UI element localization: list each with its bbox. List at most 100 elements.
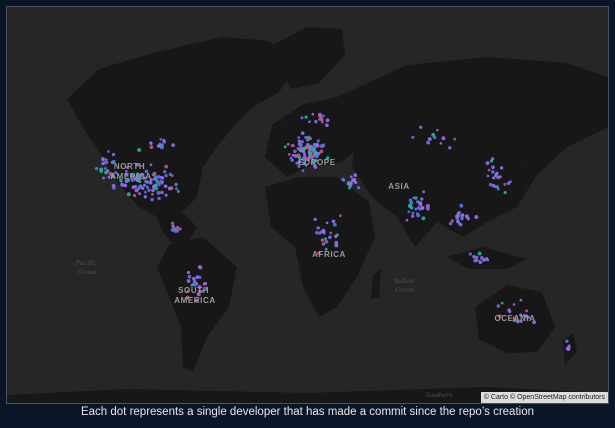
developer-dot: [293, 149, 297, 154]
developer-dot: [328, 235, 332, 239]
developer-dot: [171, 224, 175, 229]
ocean-labels: Pacific Ocean Indian Ocean Southern: [74, 258, 452, 399]
developer-dot: [292, 144, 295, 147]
developer-dot: [164, 184, 168, 188]
developer-dot: [422, 190, 426, 194]
developer-dot: [503, 190, 507, 195]
developer-dot: [171, 143, 176, 148]
map-caption: Each dot represents a single developer t…: [80, 406, 534, 418]
developer-dot: [111, 183, 116, 188]
developer-dot: [101, 158, 105, 162]
label-south-america: SOUTH AMERICA: [174, 286, 216, 305]
developer-dot: [99, 167, 104, 172]
developer-dot: [495, 171, 499, 175]
developer-dot: [472, 255, 476, 259]
developer-dot: [137, 147, 142, 152]
developer-dot: [162, 138, 166, 142]
developer-dot: [287, 153, 291, 156]
developer-dot: [566, 347, 571, 351]
map-attribution[interactable]: © Carto © OpenStreetMap contributors: [480, 392, 608, 403]
developer-dot: [149, 163, 153, 167]
developer-dot: [487, 168, 491, 172]
developer-dot: [170, 174, 174, 177]
label-africa: AFRICA: [312, 250, 346, 259]
developer-dot: [454, 214, 459, 219]
developer-dot: [102, 176, 105, 180]
developer-dot: [314, 119, 318, 124]
developer-dot: [316, 139, 320, 143]
developer-dot: [468, 252, 472, 256]
developer-dot: [414, 196, 418, 200]
developer-dot: [342, 178, 346, 182]
developer-dot: [419, 125, 423, 129]
label-indian-ocean: Indian Ocean: [393, 276, 415, 294]
developer-dot: [316, 226, 320, 230]
developer-dot: [320, 230, 324, 234]
developer-dot: [489, 159, 494, 163]
developer-dot: [300, 131, 305, 135]
developer-dot: [321, 143, 326, 148]
developer-dot: [325, 123, 329, 128]
developer-dot: [325, 221, 329, 225]
developer-dot: [411, 211, 415, 215]
world-map[interactable]: NORTH AMERICA SOUTH AMERICA EUROPE AFRIC…: [7, 7, 608, 403]
developer-dot: [435, 128, 439, 132]
developer-dot: [164, 193, 168, 197]
developer-dot: [175, 228, 180, 233]
developer-dot: [304, 115, 308, 119]
developer-dot: [106, 161, 109, 164]
developer-dot: [492, 176, 496, 180]
land-africa: [264, 176, 376, 318]
developer-dot: [491, 170, 495, 174]
developer-dot: [111, 153, 116, 157]
map-frame[interactable]: NORTH AMERICA SOUTH AMERICA EUROPE AFRIC…: [6, 6, 609, 404]
developer-dot: [160, 176, 165, 180]
developer-dot: [334, 234, 338, 239]
developer-dot: [160, 190, 164, 195]
developer-dot: [143, 195, 147, 199]
developer-dot: [103, 167, 107, 170]
developer-dot: [477, 251, 482, 256]
developer-dot: [474, 215, 479, 219]
landmasses: [7, 26, 608, 403]
developer-dot: [158, 142, 162, 146]
developer-dot: [415, 212, 419, 216]
developer-dot: [425, 204, 430, 208]
label-north-america: NORTH AMERICA: [110, 162, 152, 181]
developer-dot: [175, 187, 178, 190]
developer-dot: [291, 153, 295, 157]
developer-dot: [151, 173, 155, 177]
developer-dot: [162, 169, 167, 174]
developer-dot: [296, 153, 301, 158]
developer-dot: [312, 146, 317, 151]
developer-dot: [318, 117, 321, 121]
developer-dot: [286, 142, 290, 146]
developer-dot: [191, 276, 196, 281]
developer-dot: [297, 139, 301, 143]
developer-dot: [308, 136, 312, 141]
developer-dot: [178, 227, 182, 231]
developer-dot: [407, 204, 412, 208]
developer-dot: [153, 176, 158, 181]
developer-dot: [324, 237, 328, 241]
developer-dot: [417, 206, 420, 210]
developer-dot: [167, 186, 172, 191]
developer-dot: [427, 137, 432, 142]
developer-dot: [298, 148, 302, 151]
developer-dot: [418, 201, 423, 205]
developer-dot: [409, 200, 414, 205]
developer-dot: [176, 189, 180, 193]
developer-dot: [519, 298, 523, 302]
developer-dot: [491, 165, 495, 170]
developer-dot: [148, 180, 153, 185]
developer-dot: [441, 136, 446, 141]
developer-dot: [158, 179, 163, 184]
developer-dot: [411, 214, 415, 218]
developer-dot: [311, 112, 315, 116]
developer-dot: [352, 178, 357, 182]
developer-dot: [407, 210, 411, 214]
developer-dot: [477, 259, 480, 263]
developer-dot: [512, 303, 516, 306]
developer-dot: [94, 166, 99, 171]
developer-dot: [565, 339, 569, 343]
